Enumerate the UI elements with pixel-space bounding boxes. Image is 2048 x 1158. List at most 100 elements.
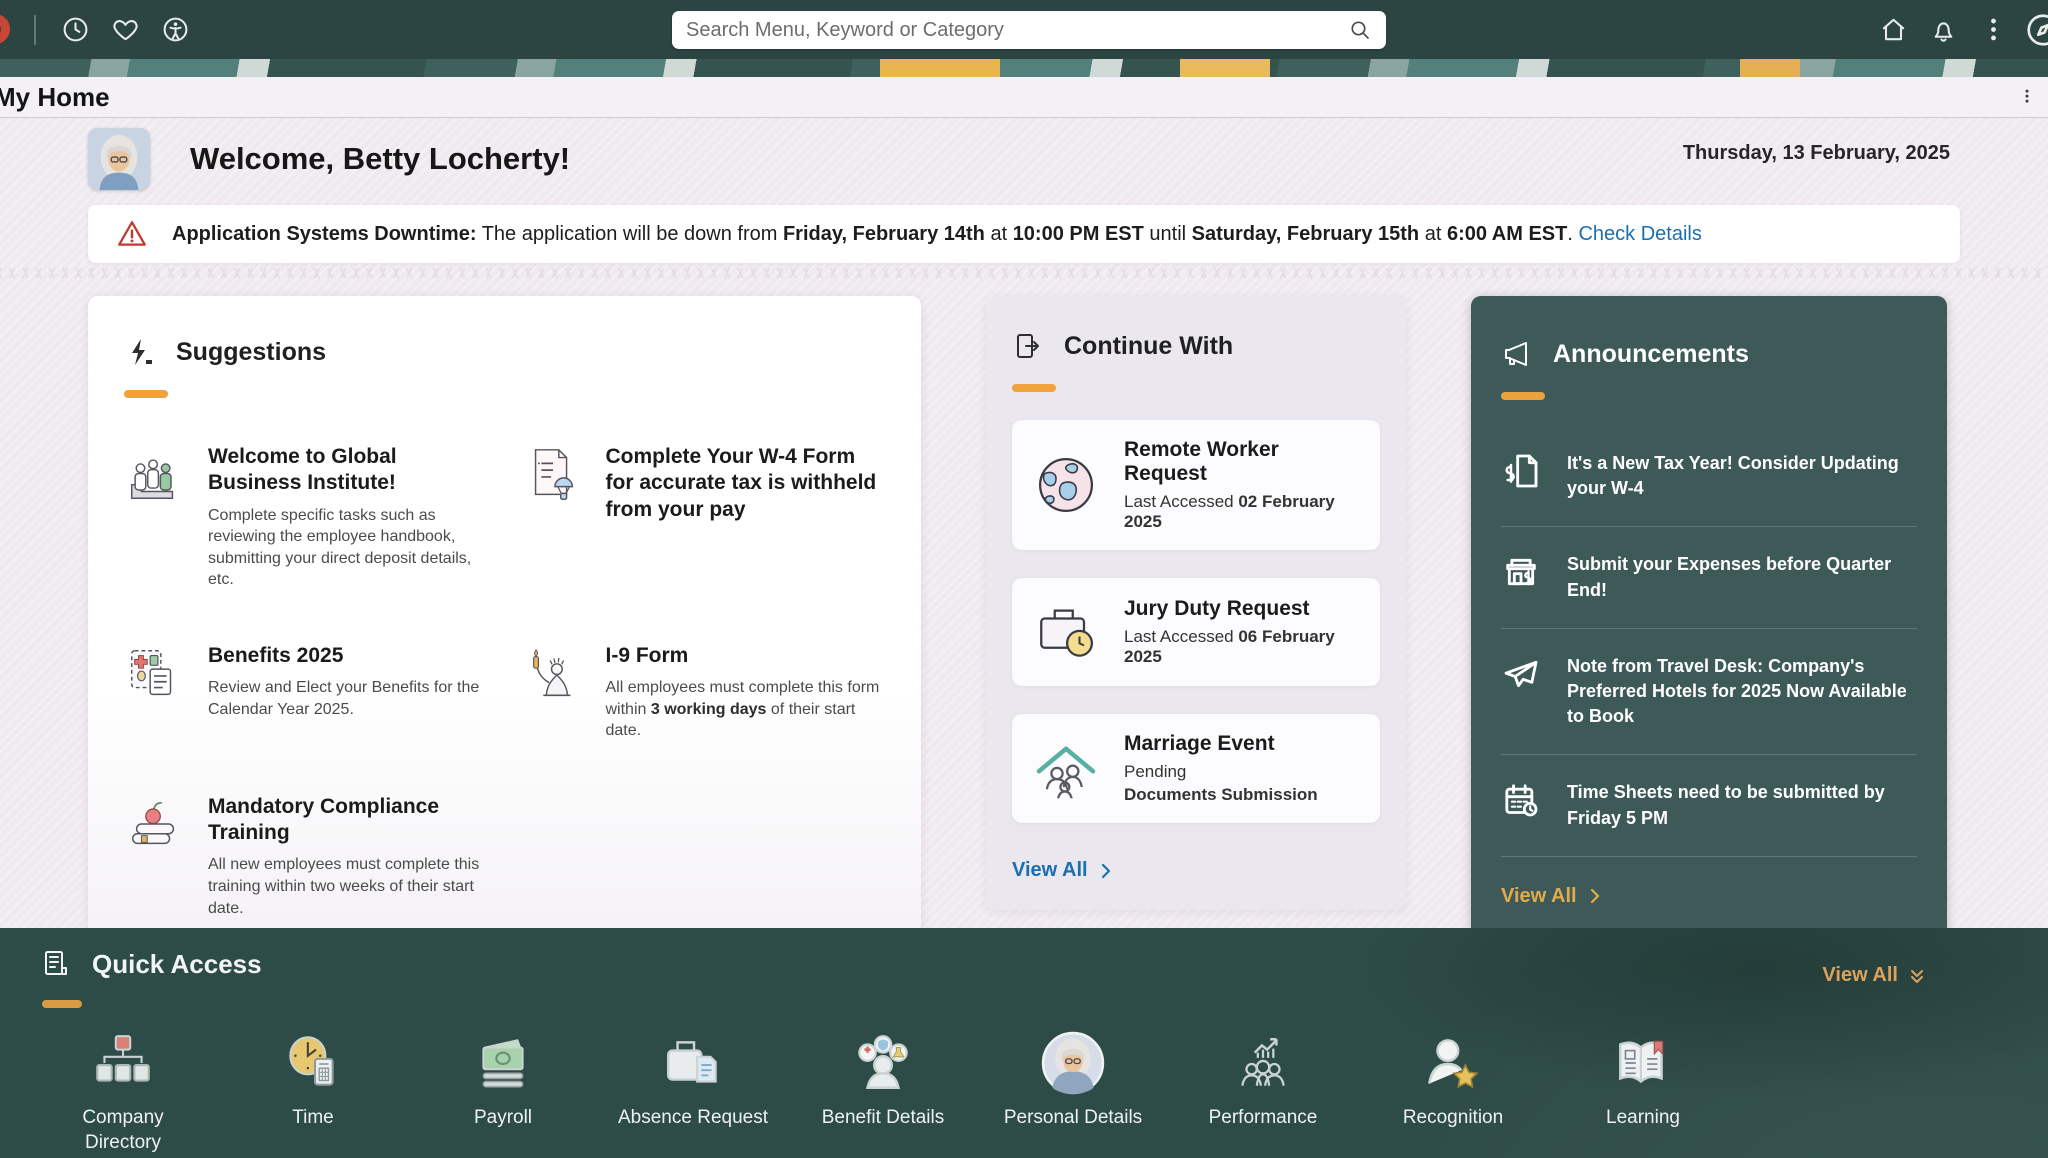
suggestions-card: Suggestions Welcome to Global Business I… — [88, 296, 921, 1014]
double-chevron-down-icon — [1908, 967, 1926, 985]
search-icon[interactable] — [1348, 18, 1372, 42]
announcement-item-expenses[interactable]: Submit your Expenses before Quarter End! — [1501, 527, 1917, 628]
suggestion-text: Benefits 2025 Review and Elect your Bene… — [208, 643, 488, 742]
megaphone-icon — [1501, 338, 1533, 370]
benefits-icon — [124, 643, 186, 705]
continue-item-text: Marriage Event PendingDocuments Submissi… — [1124, 732, 1318, 805]
search-input[interactable] — [686, 19, 1348, 42]
brand-logo-icon — [0, 10, 26, 50]
suggestions-header: Suggestions — [124, 336, 885, 368]
quick-access-view-all-link[interactable]: View All — [1822, 964, 1926, 987]
user-avatar — [88, 128, 150, 190]
suggestions-title: Suggestions — [176, 338, 326, 367]
suggestion-text: I-9 Form All employees must complete thi… — [606, 643, 886, 742]
time-clock-icon — [280, 1022, 346, 1096]
benefit-details-icon — [850, 1022, 916, 1096]
global-search[interactable] — [672, 11, 1386, 49]
bolt-icon — [124, 336, 156, 368]
user-menu-compass-icon[interactable] — [2024, 10, 2048, 50]
absence-request-icon — [660, 1022, 726, 1096]
quick-access-icon — [40, 948, 72, 980]
continue-item-text: Remote Worker Request Last Accessed 02 F… — [1124, 438, 1362, 532]
favorites-heart-icon[interactable] — [105, 10, 145, 50]
i9-statue-icon — [522, 643, 584, 705]
announcements-list: It's a New Tax Year! Consider Updating y… — [1501, 426, 1917, 857]
check-details-link[interactable]: Check Details — [1578, 223, 1701, 245]
new-hire-team-icon — [124, 444, 186, 506]
announcement-item-tax-year[interactable]: It's a New Tax Year! Consider Updating y… — [1501, 426, 1917, 527]
announcement-item-timesheets[interactable]: Time Sheets need to be submitted by Frid… — [1501, 755, 1917, 856]
personal-details-avatar-icon — [1040, 1022, 1106, 1096]
suggestion-item-training[interactable]: Mandatory Compliance Training All new em… — [124, 794, 488, 919]
accent-bar — [1012, 384, 1056, 392]
suggestions-list: Welcome to Global Business Institute! Co… — [124, 444, 885, 919]
announcement-item-travel-desk[interactable]: Note from Travel Desk: Company's Preferr… — [1501, 629, 1917, 756]
warning-icon — [116, 218, 148, 250]
home-content: Welcome, Betty Locherty! Thursday, 13 Fe… — [0, 118, 2048, 928]
quick-tile-company-directory[interactable]: Company Directory — [28, 1022, 218, 1155]
chevron-right-icon — [1098, 863, 1114, 879]
learning-book-icon — [1610, 1022, 1676, 1096]
topbar-right — [1868, 0, 2048, 59]
more-actions-kebab-icon[interactable] — [1973, 10, 2013, 50]
suggestion-item-benefits[interactable]: Benefits 2025 Review and Elect your Bene… — [124, 643, 488, 742]
accent-bar — [42, 1000, 82, 1008]
timesheet-calendar-icon — [1501, 780, 1541, 820]
quick-access-items: Company Directory Time Payroll Absence R… — [28, 1022, 1738, 1155]
continue-with-title: Continue With — [1064, 332, 1233, 361]
welcome-heading: Welcome, Betty Locherty! — [190, 141, 570, 177]
quick-tile-absence-request[interactable]: Absence Request — [598, 1022, 788, 1155]
quick-tile-learning[interactable]: Learning — [1548, 1022, 1738, 1155]
downtime-alert: Application Systems Downtime: The applic… — [88, 205, 1960, 263]
page-actions-kebab-icon[interactable] — [2014, 85, 2040, 111]
performance-chart-icon — [1230, 1022, 1296, 1096]
continue-item-remote-worker[interactable]: Remote Worker Request Last Accessed 02 F… — [1012, 420, 1380, 550]
quick-tile-benefit-details[interactable]: Benefit Details — [788, 1022, 978, 1155]
global-topbar — [0, 0, 2048, 59]
announcements-card: Announcements It's a New Tax Year! Consi… — [1471, 296, 1947, 938]
recents-clock-icon[interactable] — [55, 10, 95, 50]
accent-bar — [124, 390, 168, 398]
compliance-training-icon — [124, 794, 186, 856]
quick-tile-recognition[interactable]: Recognition — [1358, 1022, 1548, 1155]
continue-with-icon — [1012, 330, 1044, 362]
payroll-money-icon — [470, 1022, 536, 1096]
quick-tile-performance[interactable]: Performance — [1168, 1022, 1358, 1155]
family-home-icon — [1030, 733, 1102, 805]
suggestion-text: Welcome to Global Business Institute! Co… — [208, 444, 488, 591]
recognition-star-icon — [1420, 1022, 1486, 1096]
accent-bar — [1501, 392, 1545, 400]
current-date: Thursday, 13 February, 2025 — [1683, 142, 1950, 165]
quick-access-header: Quick Access — [40, 948, 262, 980]
suggestion-item-i9[interactable]: I-9 Form All employees must complete thi… — [522, 643, 886, 742]
decorative-banner — [0, 59, 2048, 77]
announcements-title: Announcements — [1553, 340, 1749, 369]
chevron-right-icon — [1587, 888, 1603, 904]
announcements-view-all-link[interactable]: View All — [1501, 885, 1917, 908]
continue-with-card: Continue With Remote Worker Request Last… — [986, 296, 1406, 910]
app-screen: My Home Welcome, Betty Locherty! Thursda… — [0, 0, 2048, 1158]
expenses-icon — [1501, 552, 1541, 592]
continue-with-header: Continue With — [1012, 330, 1380, 362]
suggestion-item-welcome[interactable]: Welcome to Global Business Institute! Co… — [124, 444, 488, 591]
briefcase-clock-icon — [1030, 596, 1102, 668]
continue-item-jury-duty[interactable]: Jury Duty Request Last Accessed 06 Febru… — [1012, 578, 1380, 686]
globe-icon — [1030, 449, 1102, 521]
quick-tile-time[interactable]: Time — [218, 1022, 408, 1155]
suggestion-item-w4[interactable]: Complete Your W-4 Form for accurate tax … — [522, 444, 886, 591]
home-icon[interactable] — [1873, 10, 1913, 50]
page-header-bar: My Home — [0, 77, 2048, 118]
quick-tile-personal-details[interactable]: Personal Details — [978, 1022, 1168, 1155]
notifications-bell-icon[interactable] — [1923, 10, 1963, 50]
welcome-banner: Welcome, Betty Locherty! — [88, 128, 570, 190]
continue-with-view-all-link[interactable]: View All — [1012, 859, 1380, 882]
quick-access-title: Quick Access — [92, 949, 262, 980]
cards-row: Suggestions Welcome to Global Business I… — [88, 296, 1947, 1014]
quick-tile-payroll[interactable]: Payroll — [408, 1022, 598, 1155]
accessibility-icon[interactable] — [155, 10, 195, 50]
suggestion-text: Complete Your W-4 Form for accurate tax … — [606, 444, 886, 591]
divider — [34, 15, 36, 45]
quick-access-section: Quick Access View All Company Directory … — [0, 928, 2048, 1158]
continue-item-marriage-event[interactable]: Marriage Event PendingDocuments Submissi… — [1012, 714, 1380, 823]
announcements-header: Announcements — [1501, 338, 1917, 370]
